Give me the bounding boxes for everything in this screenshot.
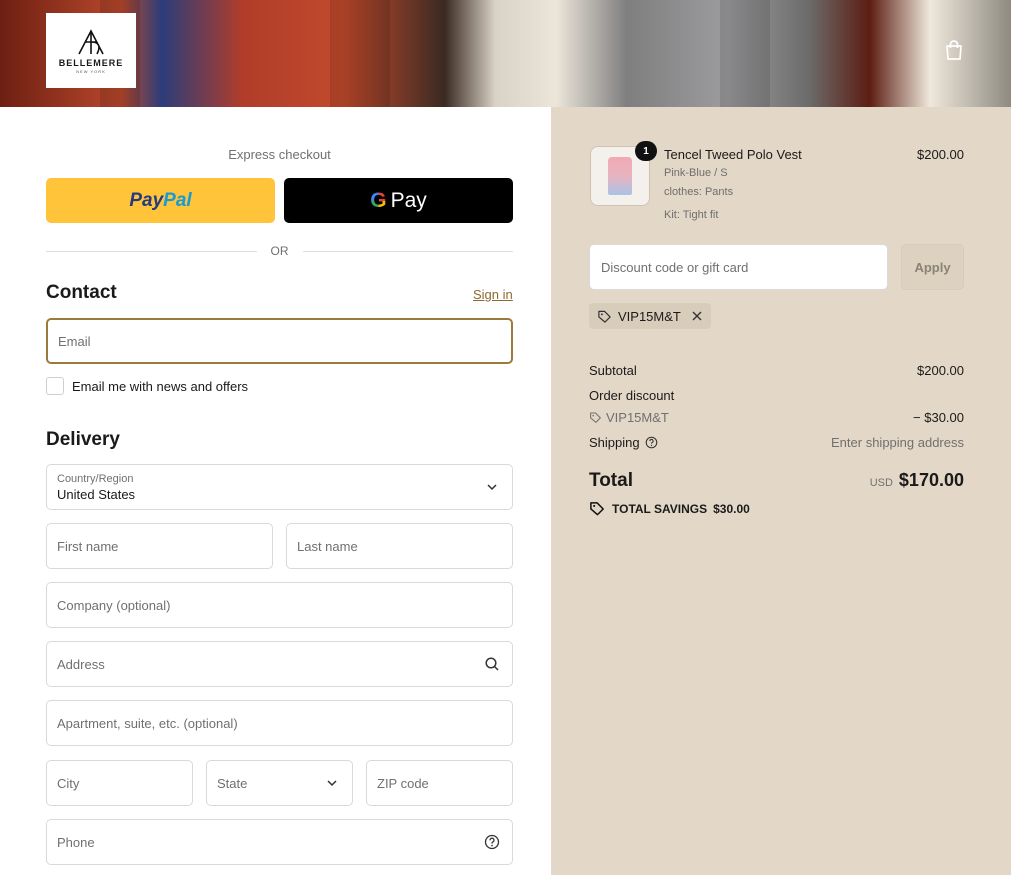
total-label: Total xyxy=(589,470,633,491)
checkout-form: Express checkout Pay Pal G Pay OR Contact … xyxy=(0,107,551,875)
address-placeholder: Address xyxy=(57,656,105,672)
search-icon[interactable] xyxy=(484,656,500,672)
or-text: OR xyxy=(270,244,289,258)
help-icon[interactable] xyxy=(484,834,500,850)
tag-icon xyxy=(598,310,611,323)
applied-discount-chip: VIP15M&T xyxy=(589,303,711,329)
state-placeholder: State xyxy=(217,775,248,791)
last-name-field[interactable]: Last name xyxy=(286,523,513,569)
savings-value: $30.00 xyxy=(713,501,750,516)
product-image xyxy=(608,157,632,195)
apartment-placeholder: Apartment, suite, etc. (optional) xyxy=(57,715,238,731)
currency-code: USD xyxy=(869,477,893,489)
chevron-down-icon xyxy=(487,484,497,491)
banner-shading xyxy=(330,0,390,107)
paypal-label-part1: Pay xyxy=(129,189,164,211)
product-name: Tencel Tweed Polo Vest xyxy=(664,147,802,162)
banner-shading xyxy=(720,0,770,107)
total-amount-group: USD $170.00 xyxy=(870,470,964,491)
product-option: clothes: Pants xyxy=(664,186,734,198)
country-value: United States xyxy=(57,486,136,502)
email-placeholder: Email xyxy=(58,333,91,349)
applied-code-text: VIP15M&T xyxy=(618,308,681,324)
delivery-heading: Delivery xyxy=(46,429,120,450)
shopping-bag-icon[interactable] xyxy=(943,39,965,61)
total-row: Total USD $170.00 xyxy=(589,470,964,492)
tag-icon xyxy=(590,412,601,423)
subtotal-value: $200.00 xyxy=(917,363,964,378)
company-placeholder: Company (optional) xyxy=(57,597,171,613)
discount-code-label: VIP15M&T xyxy=(589,410,669,425)
shipping-label-group: Shipping xyxy=(589,435,658,450)
newsletter-option[interactable]: Email me with news and offers xyxy=(46,377,248,395)
city-field[interactable]: City xyxy=(46,760,193,806)
express-checkout-label: Express checkout xyxy=(228,147,331,162)
logo-mark-icon xyxy=(78,28,104,54)
discount-detail-row: VIP15M&T − $30.00 xyxy=(589,410,964,425)
discount-value: − $30.00 xyxy=(913,410,964,425)
apply-discount-button[interactable]: Apply xyxy=(901,244,964,290)
header-banner: BELLEMERE NEW YORK xyxy=(0,0,1011,107)
shipping-value: Enter shipping address xyxy=(831,435,964,450)
country-label: Country/Region xyxy=(57,472,134,485)
or-divider: OR xyxy=(46,244,513,258)
sign-in-link[interactable]: Sign in xyxy=(473,287,513,302)
savings-label: TOTAL SAVINGS xyxy=(612,501,708,516)
remove-discount-icon[interactable] xyxy=(691,310,703,322)
email-field[interactable]: Email xyxy=(46,318,513,364)
last-name-placeholder: Last name xyxy=(297,538,358,554)
company-field[interactable]: Company (optional) xyxy=(46,582,513,628)
savings-tag-icon xyxy=(590,502,604,516)
country-select[interactable]: Country/Region United States xyxy=(46,464,513,510)
order-summary: 1 Tencel Tweed Polo Vest Pink-Blue / S c… xyxy=(551,107,1011,875)
paypal-label-part2: Pal xyxy=(163,189,192,211)
subtotal-row: Subtotal $200.00 xyxy=(589,363,964,378)
city-placeholder: City xyxy=(57,775,80,791)
subtotal-label: Subtotal xyxy=(589,363,637,378)
discount-placeholder: Discount code or gift card xyxy=(601,259,749,275)
total-savings: TOTAL SAVINGS $30.00 xyxy=(589,500,750,517)
chevron-down-icon xyxy=(327,780,337,787)
newsletter-checkbox[interactable] xyxy=(46,377,64,395)
paypal-button[interactable]: Pay Pal xyxy=(46,178,275,223)
shipping-row: Shipping Enter shipping address xyxy=(589,435,964,450)
total-value: $170.00 xyxy=(898,470,964,490)
first-name-field[interactable]: First name xyxy=(46,523,273,569)
order-discount-row: Order discount xyxy=(589,388,964,403)
logo-sub-text: NEW YORK xyxy=(76,68,106,74)
first-name-placeholder: First name xyxy=(57,538,119,554)
product-price: $200.00 xyxy=(917,147,964,162)
discount-code-input[interactable]: Discount code or gift card xyxy=(589,244,888,290)
store-logo[interactable]: BELLEMERE NEW YORK xyxy=(46,13,136,88)
product-option: Kit: Tight fit xyxy=(664,209,719,221)
order-discount-label: Order discount xyxy=(589,388,675,403)
phone-placeholder: Phone xyxy=(57,834,95,850)
apartment-field[interactable]: Apartment, suite, etc. (optional) xyxy=(46,700,513,746)
zip-placeholder: ZIP code xyxy=(377,775,429,791)
shipping-label: Shipping xyxy=(589,435,640,450)
newsletter-label: Email me with news and offers xyxy=(72,378,249,394)
google-pay-button[interactable]: G Pay xyxy=(284,178,513,223)
contact-heading: Contact xyxy=(46,282,117,303)
google-pay-label: Pay xyxy=(390,188,427,212)
phone-field[interactable]: Phone xyxy=(46,819,513,865)
help-icon[interactable] xyxy=(645,436,658,449)
logo-brand-text: BELLEMERE xyxy=(58,57,124,68)
zip-field[interactable]: ZIP code xyxy=(366,760,513,806)
quantity-badge: 1 xyxy=(635,141,657,161)
state-select[interactable]: State xyxy=(206,760,353,806)
discount-code-text: VIP15M&T xyxy=(606,410,669,425)
product-variant: Pink-Blue / S xyxy=(664,167,728,179)
address-field[interactable]: Address xyxy=(46,641,513,687)
google-g-icon: G xyxy=(370,188,387,212)
